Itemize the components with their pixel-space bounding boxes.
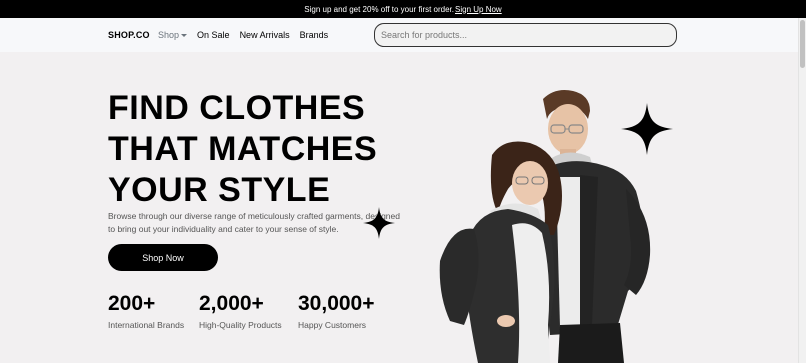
promo-banner: Sign up and get 20% off to your first or… bbox=[0, 0, 806, 18]
stat-label: International Brands bbox=[108, 320, 185, 330]
stat-label: Happy Customers bbox=[298, 320, 367, 330]
stat-value: 2,000+ bbox=[199, 292, 264, 315]
nav-shop-label: Shop bbox=[158, 30, 180, 40]
small-sparkle-icon bbox=[363, 207, 395, 239]
stat-label: High-Quality Products bbox=[199, 320, 282, 330]
stat-value: 200+ bbox=[108, 292, 156, 315]
nav-new-arrivals[interactable]: New Arrivals bbox=[240, 30, 290, 40]
shop-now-button[interactable]: Shop Now bbox=[108, 244, 218, 271]
female-model bbox=[439, 141, 562, 363]
hero-title-line: YOUR STYLE bbox=[108, 171, 331, 209]
hero-title: FIND CLOTHES THAT MATCHES YOUR STYLE bbox=[108, 88, 398, 211]
stat-products: 2,000+ High-Quality Products bbox=[199, 292, 282, 330]
hero-description: Browse through our diverse range of meti… bbox=[108, 211, 400, 234]
chevron-down-icon bbox=[181, 34, 188, 38]
logo[interactable]: SHOP.CO bbox=[108, 30, 150, 40]
stat-value: 30,000+ bbox=[298, 292, 375, 315]
nav-brands[interactable]: Brands bbox=[300, 30, 329, 40]
promo-text: Sign up and get 20% off to your first or… bbox=[304, 4, 455, 14]
sign-up-link[interactable]: Sign Up Now bbox=[455, 5, 502, 14]
page-scrollbar[interactable] bbox=[798, 18, 806, 363]
nav-shop-dropdown[interactable]: Shop bbox=[158, 30, 188, 40]
scrollbar-thumb[interactable] bbox=[800, 20, 805, 68]
large-sparkle-icon bbox=[621, 103, 673, 155]
search-input[interactable] bbox=[374, 23, 677, 47]
stat-brands: 200+ International Brands bbox=[108, 292, 184, 330]
hero-title-line: THAT MATCHES bbox=[108, 130, 378, 168]
navbar: SHOP.CO Shop On Sale New Arrivals Brands bbox=[0, 18, 798, 52]
nav-links: Shop On Sale New Arrivals Brands bbox=[158, 30, 328, 40]
hero-title-line: FIND CLOTHES bbox=[108, 89, 366, 127]
stat-customers: 30,000+ Happy Customers bbox=[298, 292, 375, 330]
nav-on-sale[interactable]: On Sale bbox=[197, 30, 230, 40]
